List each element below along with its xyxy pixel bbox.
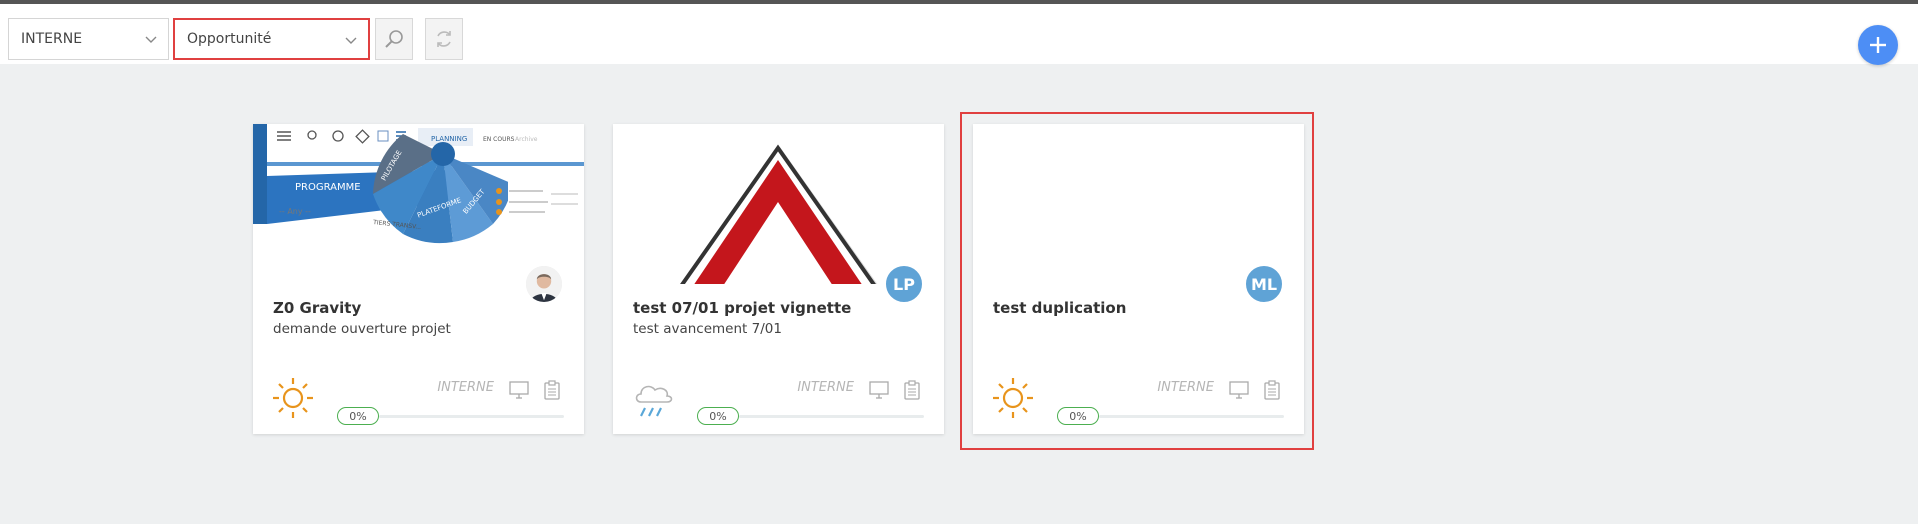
search-icon [385, 30, 403, 48]
selection-highlight [960, 112, 1314, 450]
card-subtitle: demande ouverture projet [273, 321, 451, 337]
search-button[interactable] [375, 18, 413, 60]
scope-select-value: INTERNE [21, 31, 83, 47]
thumb-any: -- Any -- [279, 207, 311, 216]
add-button[interactable] [1858, 25, 1898, 65]
project-card[interactable]: PLANNING EN COURS Archive PROGRAMME -- A… [253, 124, 584, 434]
thumb-planning: PLANNING [431, 135, 467, 143]
scope-tag: INTERNE [797, 380, 854, 395]
clipboard-icon[interactable] [542, 380, 562, 400]
toolbar: INTERNE Opportunité [0, 4, 1918, 64]
project-card[interactable]: LP test 07/01 projet vignette test avanc… [613, 124, 944, 434]
card-title: Z0 Gravity [273, 299, 362, 317]
warning-sign-image [613, 124, 944, 284]
progress-label: 0% [337, 407, 379, 425]
refresh-icon [437, 31, 451, 47]
chevron-down-icon [345, 37, 357, 44]
scope-select[interactable]: INTERNE [8, 18, 169, 60]
card-subtitle: test avancement 7/01 [633, 321, 782, 337]
card-title: test 07/01 projet vignette [633, 299, 852, 317]
chevron-down-icon [145, 36, 157, 43]
plus-icon [1870, 37, 1886, 53]
avatar [524, 264, 564, 304]
progress-bar [739, 415, 924, 418]
refresh-button[interactable] [425, 18, 463, 60]
card-thumbnail: PLANNING EN COURS Archive PROGRAMME -- A… [253, 124, 584, 284]
type-select[interactable]: Opportunité [173, 18, 370, 60]
avatar: LP [884, 264, 924, 304]
progress-label: 0% [697, 407, 739, 425]
user-photo-icon [526, 266, 562, 302]
thumb-encours: EN COURS [483, 136, 515, 143]
thumb-archive: Archive [515, 136, 538, 143]
monitor-icon[interactable] [869, 380, 889, 400]
type-select-value: Opportunité [187, 31, 272, 47]
clipboard-icon[interactable] [902, 380, 922, 400]
card-thumbnail [613, 124, 944, 284]
scope-tag: INTERNE [437, 380, 494, 395]
thumb-programme: PROGRAMME [295, 182, 361, 193]
progress-bar [379, 415, 564, 418]
sun-icon [273, 378, 313, 418]
rain-icon [635, 385, 673, 417]
monitor-icon[interactable] [509, 380, 529, 400]
